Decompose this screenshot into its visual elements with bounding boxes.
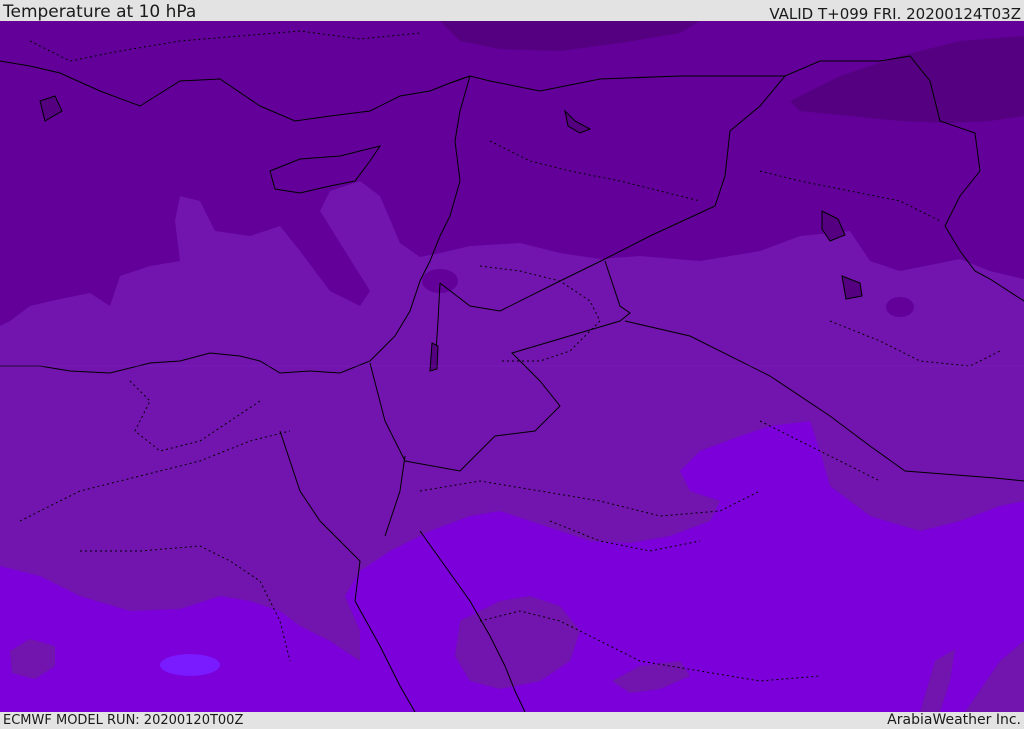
model-run: ECMWF MODEL RUN: 20200120T00Z — [3, 713, 244, 728]
footer-bar: ECMWF MODEL RUN: 20200120T00Z ArabiaWeat… — [0, 712, 1024, 729]
temperature-map[interactable] — [0, 21, 1024, 712]
temp-zone-warmest — [160, 654, 220, 676]
header-bar: Temperature at 10 hPa VALID T+099 FRI. 2… — [0, 0, 1024, 23]
credit: ArabiaWeather Inc. — [887, 712, 1021, 728]
map-canvas — [0, 21, 1024, 712]
dead-sea — [429, 342, 439, 372]
cold-pocket-iraq — [886, 297, 914, 317]
map-viewer: Temperature at 10 hPa VALID T+099 FRI. 2… — [0, 0, 1024, 729]
map-title: Temperature at 10 hPa — [3, 2, 197, 22]
